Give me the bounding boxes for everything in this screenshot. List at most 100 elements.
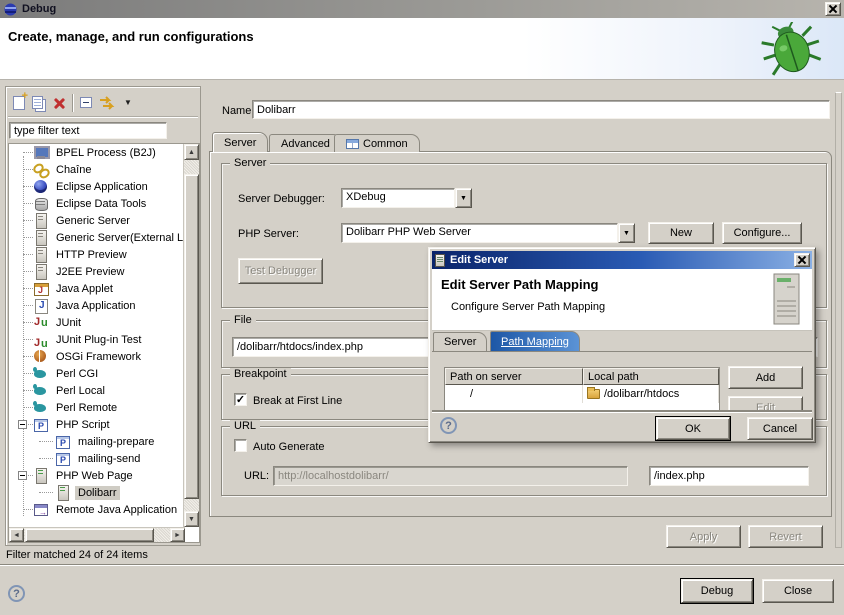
add-button[interactable]: Add [728,366,803,389]
tree-item-http-preview[interactable]: HTTP Preview [9,246,184,263]
scroll-right-icon[interactable]: ► [170,528,185,542]
tree-item-bpel-process-b2j[interactable]: BPEL Process (B2J) [9,144,184,161]
dialog-button-bar: ? OK Cancel [432,412,812,441]
tab-advanced[interactable]: Advanced [269,134,342,152]
tree-item-perl-local[interactable]: Perl Local [9,382,184,399]
new-configuration-icon[interactable] [13,96,25,110]
tree-item-generic-server-external-la[interactable]: Generic Server(External La [9,229,184,246]
dialog-help-icon[interactable]: ? [440,417,457,434]
dialog-subheading: Configure Server Path Mapping [451,301,605,313]
duplicate-configuration-icon[interactable] [32,96,43,109]
footer-separator [0,564,844,566]
dialog-tab-server[interactable]: Server [433,332,487,351]
tree-vertical-scrollbar[interactable]: ▲ ▼ [183,144,199,527]
collapse-toggle-icon[interactable] [18,471,27,480]
tree-item-label: Eclipse Data Tools [53,197,149,211]
dialog-tab-path-mapping[interactable]: Path Mapping [490,331,580,351]
local-path-cell: /dolibarr/htdocs [583,385,719,403]
breakpoint-group-label: Breakpoint [230,368,291,380]
perl-icon [33,366,49,381]
window-title: Debug [22,3,56,15]
scroll-left-icon[interactable]: ◄ [9,528,24,542]
tree-item-junit-plug-in-test[interactable]: JUnit Plug-in Test [9,331,184,348]
filter-input[interactable] [9,122,167,139]
collapse-all-icon[interactable] [80,97,92,108]
tab-server[interactable]: Server [212,132,268,152]
table-empty-row [445,403,719,412]
php-server-combo[interactable]: Dolibarr PHP Web Server ▼ [341,223,635,243]
file-group-label: File [230,314,256,326]
close-button[interactable]: Close [762,579,834,603]
dialog-heading: Edit Server Path Mapping [441,277,598,292]
vertical-scroll-thumb[interactable] [184,174,199,499]
server-icon [33,230,49,245]
chevron-down-icon[interactable]: ▼ [455,188,472,208]
tree-item-java-applet[interactable]: Java Applet [9,280,184,297]
tree-item-label: Dolibarr [75,486,120,500]
table-row[interactable]: / /dolibarr/htdocs [445,385,719,403]
tree-item-label: JUnit Plug-in Test [53,333,144,347]
new-server-button[interactable]: New [648,222,714,244]
auto-generate-label: Auto Generate [253,441,325,453]
help-icon[interactable]: ? [8,585,25,602]
server-tower-icon [772,272,802,327]
edit-server-dialog: Edit Server Edit Server Path Mapping Con… [428,247,816,443]
tree-item-j2ee-preview[interactable]: J2EE Preview [9,263,184,280]
server-icon [33,247,49,262]
php-server-label: PHP Server: [238,228,299,240]
chevron-down-icon[interactable]: ▼ [618,223,635,243]
tree-item-php-script[interactable]: PHP Script [9,416,184,433]
page-title: Create, manage, and run configurations [8,29,254,44]
eclipse-logo-icon [4,3,17,16]
scroll-up-icon[interactable]: ▲ [184,144,199,160]
tree-item-cha-ne[interactable]: Chaîne [9,161,184,178]
tree-item-generic-server[interactable]: Generic Server [9,212,184,229]
tree-horizontal-scrollbar[interactable]: ◄ ► [9,527,185,542]
tree-item-eclipse-data-tools[interactable]: Eclipse Data Tools [9,195,184,212]
tree-item-java-application[interactable]: Java Application [9,297,184,314]
ok-button[interactable]: OK [656,417,730,440]
tree-item-junit[interactable]: JUnit [9,314,184,331]
dialog-close-button[interactable] [794,253,810,267]
debug-button[interactable]: Debug [681,579,753,603]
cancel-button[interactable]: Cancel [747,417,813,440]
url-path-input[interactable] [649,466,809,486]
horizontal-scroll-thumb[interactable] [25,528,154,542]
column-path-on-server: Path on server [445,368,583,385]
name-input[interactable] [252,100,830,119]
folder-icon [587,389,600,399]
server-debugger-label: Server Debugger: [238,193,325,205]
tree-item-mailing-prepare[interactable]: mailing-prepare [9,433,184,450]
delete-configuration-icon[interactable] [53,97,65,109]
server-debugger-combo[interactable]: XDebug ▼ [341,188,472,208]
auto-generate-checkbox[interactable] [234,439,247,452]
phpfile-icon [55,451,71,466]
perl-icon [33,383,49,398]
window-close-button[interactable] [825,2,841,16]
tree-item-eclipse-application[interactable]: Eclipse Application [9,178,184,195]
tree-item-osgi-framework[interactable]: OSGi Framework [9,348,184,365]
configure-button[interactable]: Configure... [722,222,802,244]
db-icon [33,196,49,211]
edit-server-title: Edit Server [450,254,508,266]
view-menu-chevron-icon[interactable]: ▼ [124,98,132,107]
applet-icon [33,281,49,296]
tree-item-label: J2EE Preview [53,265,127,279]
tree-item-mailing-send[interactable]: mailing-send [9,450,184,467]
tab-common[interactable]: Common [334,134,420,152]
tree-item-remote-java-application[interactable]: Remote Java Application [9,501,184,518]
remote-icon [33,502,49,517]
tree-item-dolibarr[interactable]: Dolibarr [9,484,184,501]
filter-icon[interactable] [99,96,117,110]
close-icon [829,5,837,13]
phpweb-icon [55,485,71,500]
tree-item-label: Perl Remote [53,401,120,415]
scroll-down-icon[interactable]: ▼ [184,511,199,527]
tree-item-perl-cgi[interactable]: Perl CGI [9,365,184,382]
tree-item-label: PHP Web Page [53,469,136,483]
apply-button: Apply [666,525,741,548]
tree-item-perl-remote[interactable]: Perl Remote [9,399,184,416]
tree-item-php-web-page[interactable]: PHP Web Page [9,467,184,484]
break-first-line-checkbox[interactable]: ✓ [234,393,247,406]
collapse-toggle-icon[interactable] [18,420,27,429]
